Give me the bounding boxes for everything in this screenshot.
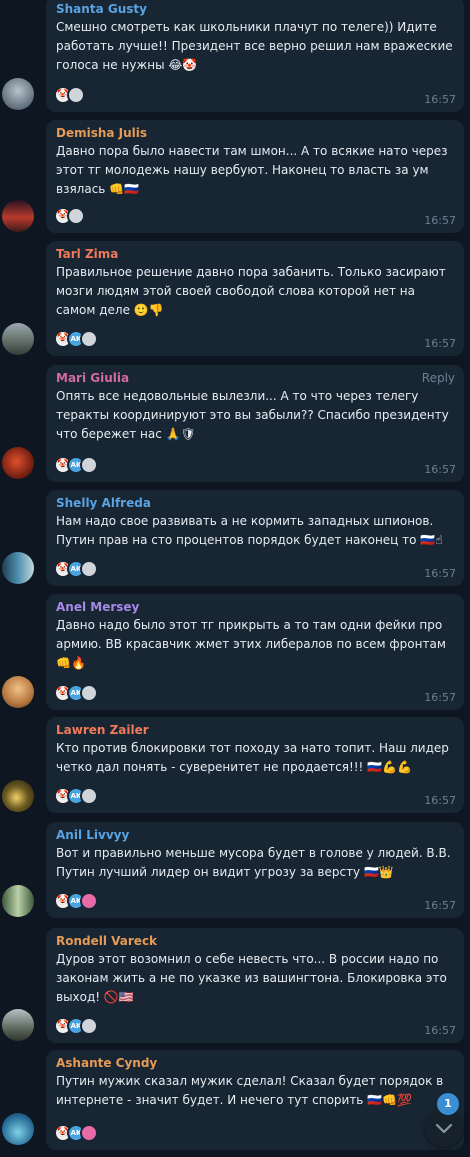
author-name[interactable]: Mari Giulia bbox=[56, 370, 454, 387]
message-time: 16:57 bbox=[424, 899, 456, 912]
reaction-avatar bbox=[67, 207, 85, 225]
message-time: 16:57 bbox=[424, 794, 456, 807]
author-name[interactable]: Demisha Julis bbox=[56, 125, 454, 142]
reactions[interactable]: 🤡 AK bbox=[54, 891, 98, 911]
message-time: 16:57 bbox=[424, 691, 456, 704]
message-bubble[interactable]: Ashante Cyndy Путин мужик сказал мужик с… bbox=[46, 1050, 464, 1150]
reaction-avatar bbox=[80, 1017, 98, 1035]
avatar[interactable] bbox=[2, 885, 34, 917]
reaction-avatar bbox=[80, 330, 98, 348]
message-bubble[interactable]: Rondell Vareck Дуров этот возомнил о себ… bbox=[46, 928, 464, 1043]
author-name[interactable]: Tarl Zima bbox=[56, 246, 454, 263]
reactions[interactable]: 🤡 AK bbox=[54, 329, 98, 349]
reactions[interactable]: 🤡 AK bbox=[54, 1016, 98, 1036]
message-bubble[interactable]: Anil Livvyy Вот и правильно меньше мусор… bbox=[46, 822, 464, 918]
author-name[interactable]: Shanta Gusty bbox=[56, 1, 454, 18]
avatar[interactable] bbox=[2, 200, 34, 232]
avatar[interactable] bbox=[2, 447, 34, 479]
reactions[interactable]: 🤡 AK bbox=[54, 455, 98, 475]
chevron-down-icon bbox=[435, 1123, 453, 1134]
author-name[interactable]: Anil Livvyy bbox=[56, 827, 454, 844]
avatar[interactable] bbox=[2, 78, 34, 110]
message-bubble[interactable]: Lawren Zailer Кто против блокировки тот … bbox=[46, 717, 464, 813]
reaction-avatar bbox=[80, 892, 98, 910]
message-time: 16:57 bbox=[424, 1024, 456, 1037]
avatar[interactable] bbox=[2, 1009, 34, 1041]
message-text: Вот и правильно меньше мусора будет в го… bbox=[56, 846, 451, 879]
reaction-avatar bbox=[80, 1124, 98, 1142]
message-text: Путин мужик сказал мужик сделал! Сказал … bbox=[56, 1074, 444, 1107]
message-bubble[interactable]: Anel Mersey Давно надо было этот тг прик… bbox=[46, 594, 464, 710]
message-time: 16:57 bbox=[424, 214, 456, 227]
message-bubble[interactable]: Tarl Zima Правильное решение давно пора … bbox=[46, 241, 464, 356]
message-bubble[interactable]: Mari Giulia Reply Опять все недовольные … bbox=[46, 365, 464, 482]
author-name[interactable]: Anel Mersey bbox=[56, 599, 454, 616]
avatar[interactable] bbox=[2, 780, 34, 812]
reactions[interactable]: 🤡 bbox=[54, 85, 85, 105]
message-text: Давно надо было этот тг прикрыть а то та… bbox=[56, 618, 446, 670]
avatar[interactable] bbox=[2, 323, 34, 355]
message-bubble[interactable]: Demisha Julis Давно пора было навести та… bbox=[46, 120, 464, 233]
reactions[interactable]: 🤡 AK bbox=[54, 786, 98, 806]
avatar[interactable] bbox=[2, 676, 34, 708]
message-bubble[interactable]: Shanta Gusty Смешно смотреть как школьни… bbox=[46, 0, 464, 112]
author-name[interactable]: Shelly Alfreda bbox=[56, 495, 454, 512]
reaction-avatar bbox=[80, 787, 98, 805]
message-time: 16:57 bbox=[424, 93, 456, 106]
avatar[interactable] bbox=[2, 1113, 34, 1145]
reactions[interactable]: 🤡 AK bbox=[54, 683, 98, 703]
reaction-avatar bbox=[67, 86, 85, 104]
reply-button[interactable]: Reply bbox=[422, 371, 455, 385]
message-text: Нам надо свое развивать а не кормить зап… bbox=[56, 514, 443, 547]
message-text: Дуров этот возомнил о себе невесть что..… bbox=[56, 952, 447, 1004]
reactions[interactable]: 🤡 AK bbox=[54, 1123, 98, 1143]
message-time: 16:57 bbox=[424, 337, 456, 350]
avatar[interactable] bbox=[2, 552, 34, 584]
reaction-avatar bbox=[80, 560, 98, 578]
message-text: Кто против блокировки тот походу за нато… bbox=[56, 741, 449, 774]
message-text: Давно пора было навести там шмон... А то… bbox=[56, 144, 448, 196]
author-name[interactable]: Lawren Zailer bbox=[56, 722, 454, 739]
reactions[interactable]: 🤡 bbox=[54, 206, 85, 226]
scroll-down-button[interactable] bbox=[425, 1109, 463, 1147]
message-text: Опять все недовольные вылезли... А то чт… bbox=[56, 389, 449, 441]
message-text: Правильное решение давно пора забанить. … bbox=[56, 265, 446, 317]
reactions[interactable]: 🤡 AK bbox=[54, 559, 98, 579]
message-time: 16:57 bbox=[424, 463, 456, 476]
message-time: 16:57 bbox=[424, 567, 456, 580]
author-name[interactable]: Ashante Cyndy bbox=[56, 1055, 454, 1072]
message-bubble[interactable]: Shelly Alfreda Нам надо свое развивать а… bbox=[46, 490, 464, 586]
message-text: Смешно смотреть как школьники плачут по … bbox=[56, 20, 453, 72]
unread-badge: 1 bbox=[437, 1093, 459, 1115]
reaction-avatar bbox=[80, 684, 98, 702]
author-name[interactable]: Rondell Vareck bbox=[56, 933, 454, 950]
reaction-avatar bbox=[80, 456, 98, 474]
